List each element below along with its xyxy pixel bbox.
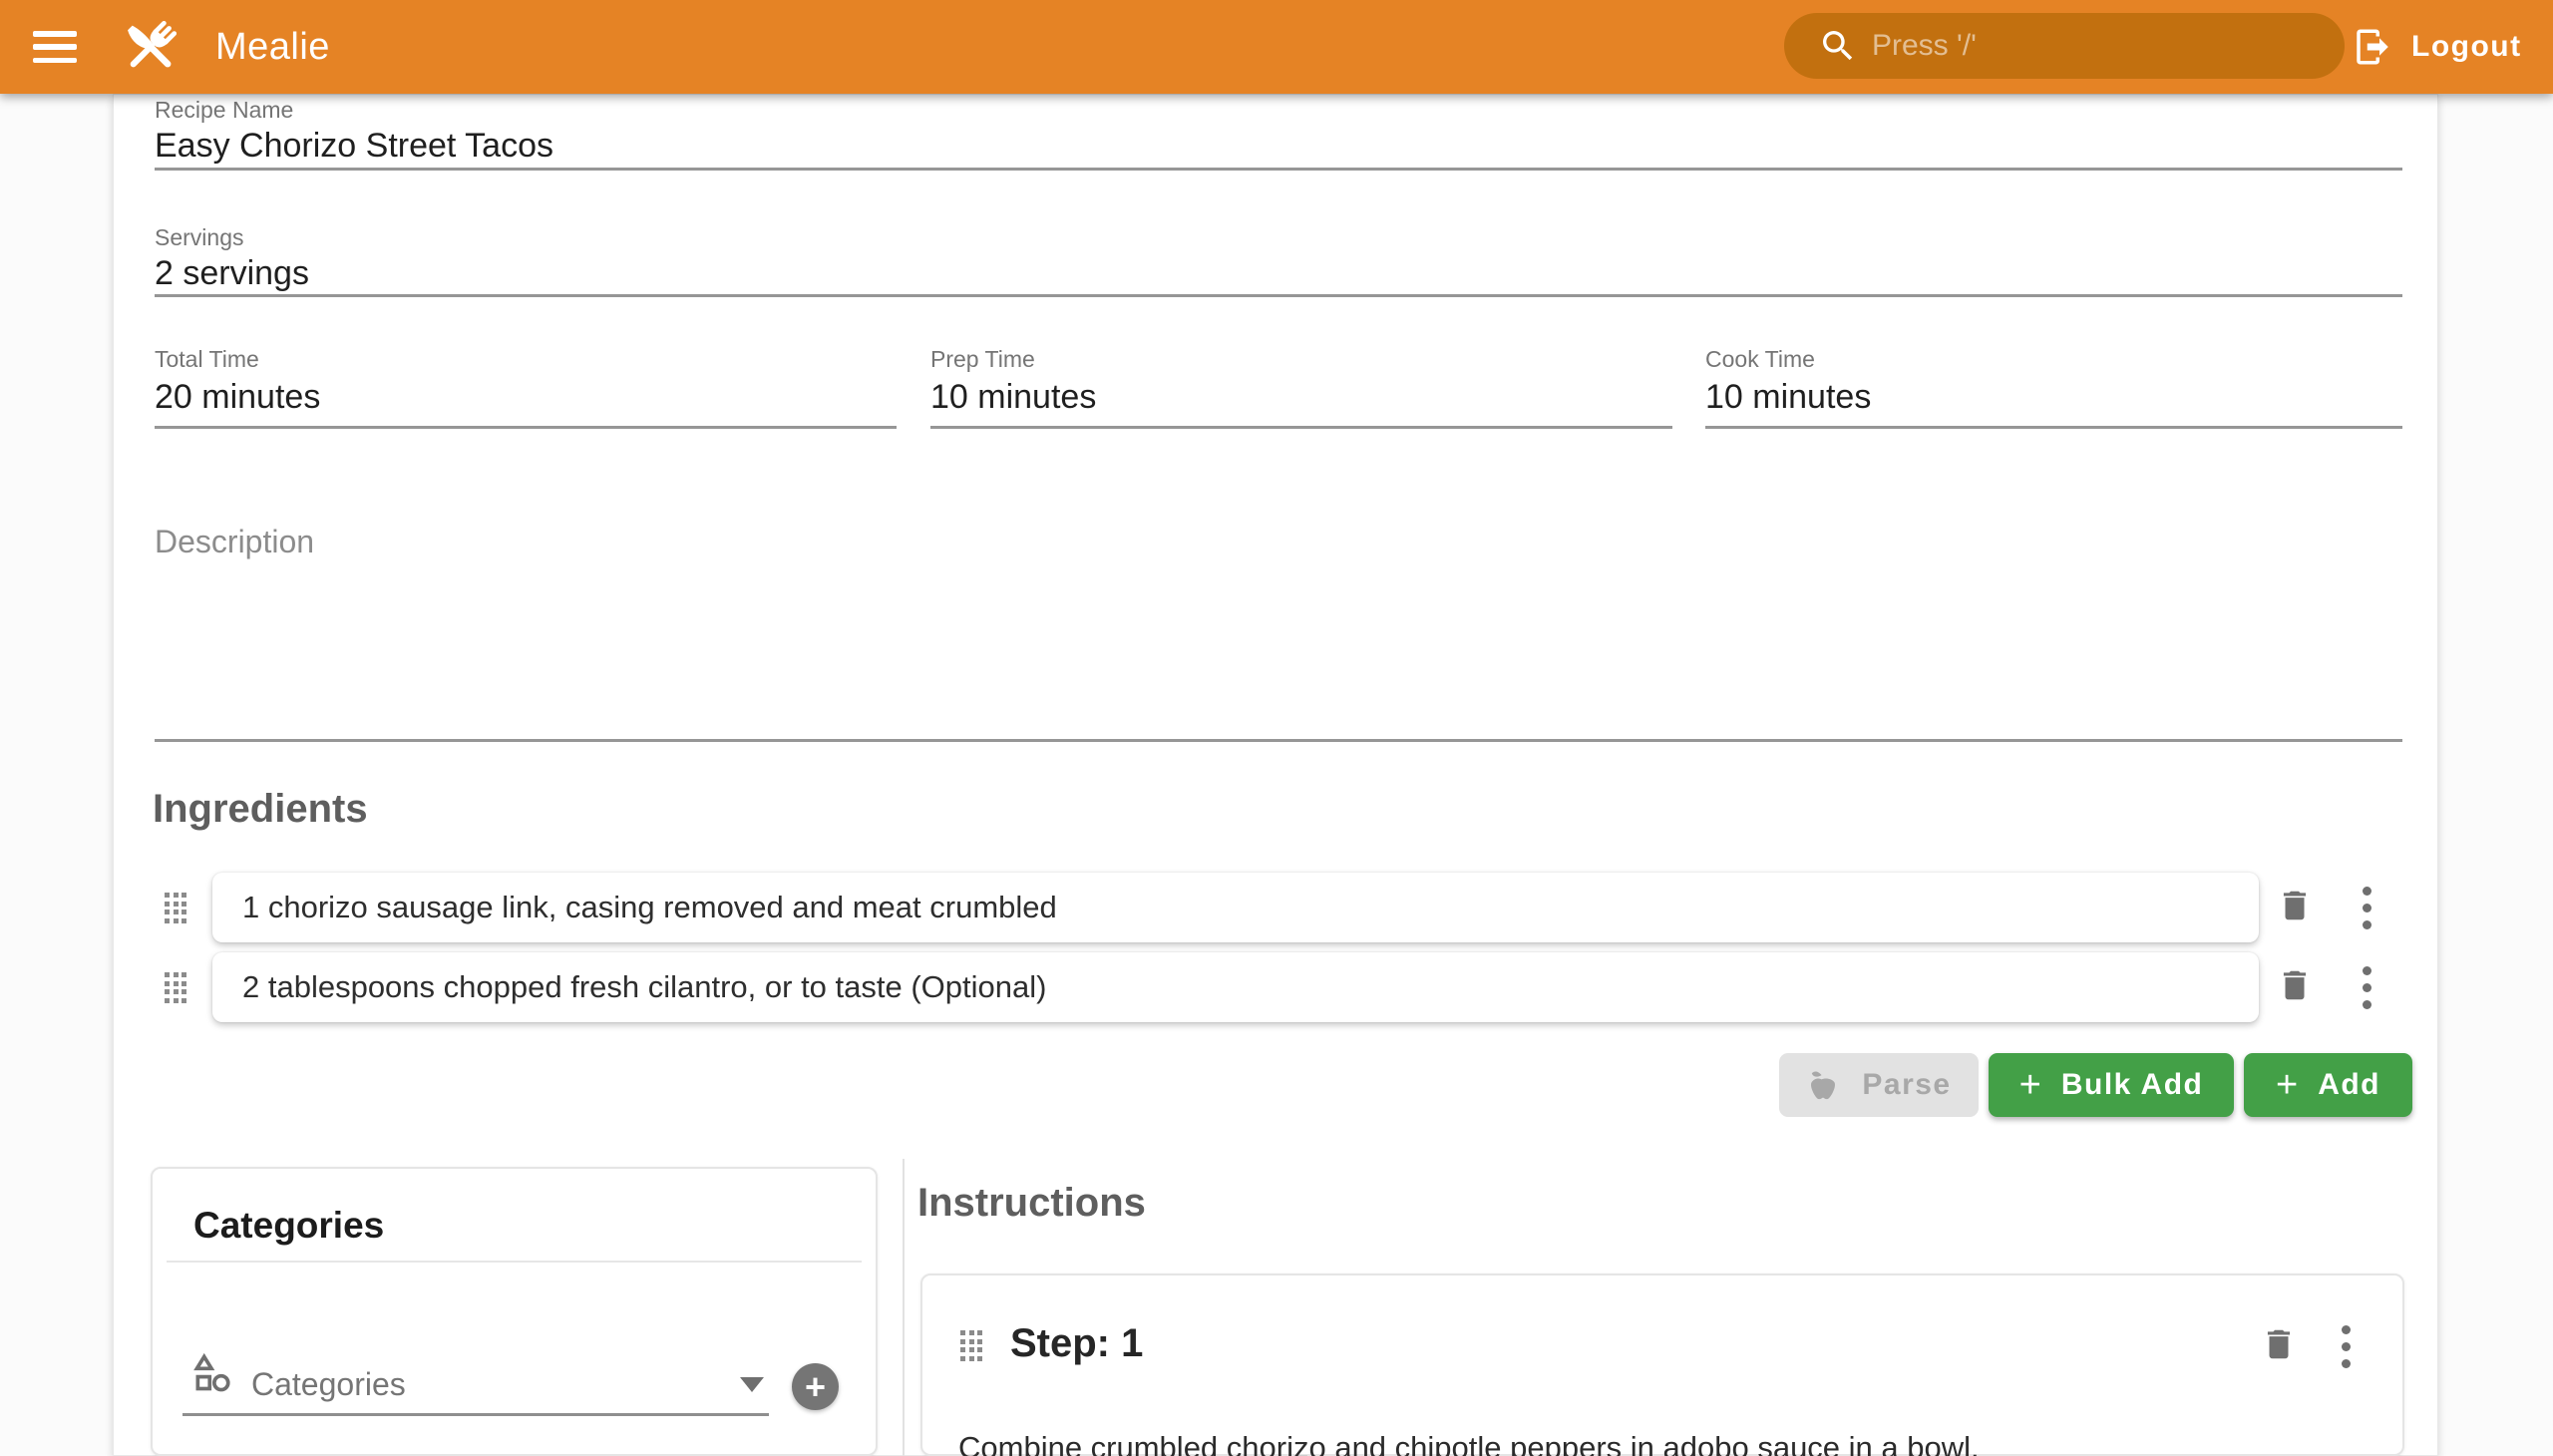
- shapes-icon: [190, 1350, 234, 1394]
- logout-icon: [2352, 26, 2393, 68]
- search-icon: [1818, 26, 1858, 66]
- bulk-add-label: Bulk Add: [2061, 1068, 2204, 1102]
- prep-time-input[interactable]: 10 minutes: [930, 378, 1096, 417]
- prep-time-underline: [930, 426, 1672, 429]
- search-placeholder: Press '/': [1872, 29, 1977, 63]
- apple-icon: [1806, 1068, 1840, 1102]
- step-menu-icon[interactable]: [2342, 1325, 2351, 1368]
- servings-label: Servings: [155, 224, 243, 251]
- description-textarea[interactable]: [155, 558, 2402, 738]
- add-ingredient-button[interactable]: + Add: [2244, 1053, 2412, 1117]
- cook-time-input[interactable]: 10 minutes: [1705, 378, 1871, 417]
- ingredient-menu-icon[interactable]: [2363, 887, 2371, 929]
- add-category-button[interactable]: +: [792, 1363, 839, 1410]
- categories-select[interactable]: Categories: [251, 1366, 406, 1403]
- total-time-underline: [155, 426, 897, 429]
- column-divider: [903, 1159, 905, 1456]
- delete-step-icon[interactable]: [2260, 1325, 2298, 1366]
- parse-button[interactable]: Parse: [1779, 1053, 1979, 1117]
- drag-handle-icon[interactable]: [165, 972, 187, 1003]
- bulk-add-button[interactable]: + Bulk Add: [1989, 1053, 2234, 1117]
- total-time-label: Total Time: [155, 346, 259, 373]
- total-time-input[interactable]: 20 minutes: [155, 378, 320, 417]
- delete-ingredient-icon[interactable]: [2276, 966, 2314, 1007]
- step-description-input[interactable]: Combine crumbled chorizo and chipotle pe…: [958, 1430, 1980, 1456]
- menu-icon[interactable]: [33, 31, 77, 63]
- chevron-down-icon[interactable]: [740, 1377, 764, 1392]
- recipe-edit-page: Mealie Press '/' Logout Recipe Name Easy…: [0, 0, 2553, 1456]
- recipe-name-label: Recipe Name: [155, 97, 293, 124]
- description-label: Description: [155, 524, 314, 560]
- recipe-name-input[interactable]: Easy Chorizo Street Tacos: [155, 127, 553, 166]
- servings-input[interactable]: 2 servings: [155, 254, 309, 293]
- ingredient-menu-icon[interactable]: [2363, 966, 2371, 1009]
- search-input[interactable]: Press '/': [1784, 13, 2345, 79]
- app-title: Mealie: [215, 26, 330, 69]
- plus-icon: +: [2276, 1066, 2298, 1104]
- ingredient-text: 2 tablespoons chopped fresh cilantro, or…: [242, 969, 1046, 1005]
- parse-label: Parse: [1862, 1068, 1951, 1102]
- logout-label: Logout: [2411, 30, 2522, 64]
- instructions-heading: Instructions: [917, 1181, 1146, 1226]
- app-header: Mealie Press '/' Logout: [0, 0, 2553, 94]
- prep-time-label: Prep Time: [930, 346, 1035, 373]
- plus-icon: +: [2019, 1066, 2041, 1104]
- categories-card-title: Categories: [193, 1205, 384, 1247]
- add-label: Add: [2318, 1068, 2380, 1102]
- mealie-logo-icon: [118, 14, 183, 80]
- drag-handle-icon[interactable]: [960, 1330, 983, 1361]
- ingredient-text: 1 chorizo sausage link, casing removed a…: [242, 890, 1057, 925]
- cook-time-underline: [1705, 426, 2402, 429]
- categories-select-underline: [182, 1413, 769, 1416]
- servings-underline: [155, 294, 2402, 297]
- description-underline: [155, 739, 2402, 742]
- recipe-name-underline: [155, 168, 2402, 171]
- drag-handle-icon[interactable]: [165, 893, 187, 923]
- step-title: Step: 1: [1010, 1321, 1143, 1366]
- cook-time-label: Cook Time: [1705, 346, 1815, 373]
- ingredient-input[interactable]: 1 chorizo sausage link, casing removed a…: [212, 873, 2259, 942]
- logout-button[interactable]: Logout: [2352, 20, 2522, 74]
- categories-card-divider: [167, 1261, 862, 1263]
- ingredients-heading: Ingredients: [153, 787, 368, 832]
- delete-ingredient-icon[interactable]: [2276, 887, 2314, 927]
- ingredient-input[interactable]: 2 tablespoons chopped fresh cilantro, or…: [212, 952, 2259, 1022]
